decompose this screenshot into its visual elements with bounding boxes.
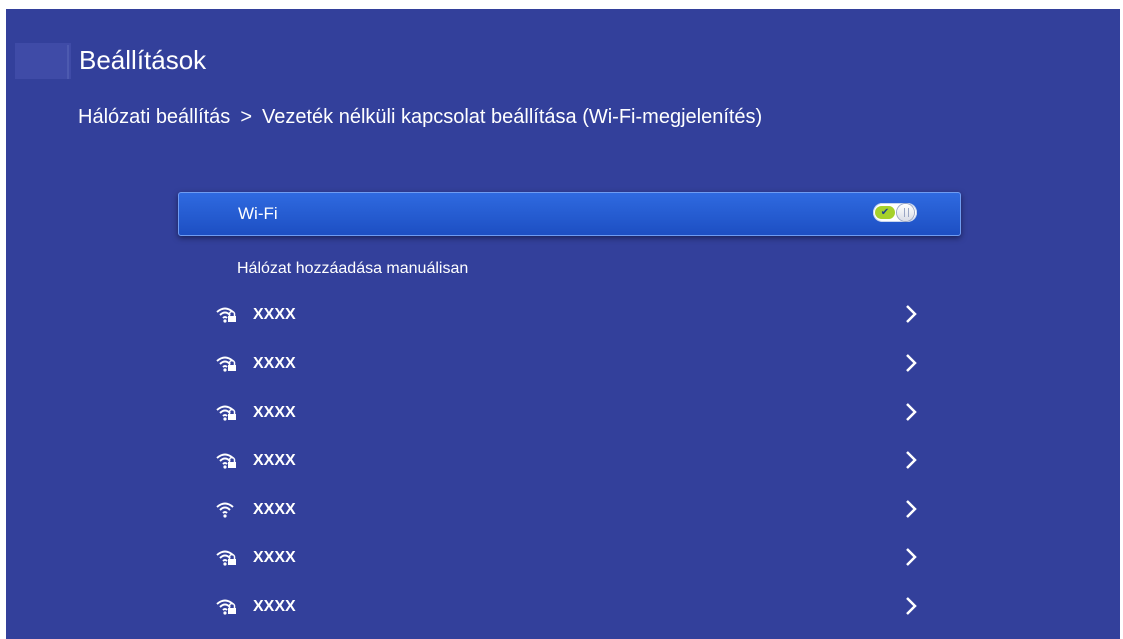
chevron-right-icon <box>906 500 917 518</box>
wifi-lock-icon <box>216 356 236 372</box>
add-network-label: Hálózat hozzáadása manuálisan <box>237 260 469 277</box>
network-ssid: XXXX <box>253 404 296 421</box>
chevron-right-icon <box>906 403 917 421</box>
breadcrumb-current: Vezeték nélküli kapcsolat beállítása (Wi… <box>262 106 763 128</box>
wifi-toggle-switch[interactable]: ✔ <box>873 203 917 222</box>
network-list-item[interactable]: XXXX <box>178 540 959 576</box>
wifi-lock-icon <box>216 307 236 323</box>
wifi-toggle-row[interactable]: Wi-Fi ✔ <box>178 192 961 236</box>
network-ssid: XXXX <box>253 549 296 566</box>
check-icon: ✔ <box>875 206 895 219</box>
network-ssid: XXXX <box>253 306 296 323</box>
chevron-right-icon <box>906 597 917 615</box>
network-list-item[interactable]: XXXX <box>178 346 959 382</box>
breadcrumb: Hálózati beállítás > Vezeték nélküli kapcs… <box>78 105 762 129</box>
page-title: Beállítások <box>79 45 207 75</box>
wifi-lock-icon <box>216 453 236 469</box>
wifi-icon <box>216 502 234 518</box>
header-logo-placeholder <box>15 43 71 79</box>
network-list-item[interactable]: XXXX <box>178 395 959 431</box>
chevron-right-icon <box>906 451 917 469</box>
settings-screen: Beállítások Hálózati beállítás > Vezeték n… <box>6 9 1120 639</box>
network-ssid: XXXX <box>253 598 296 615</box>
wifi-toggle-label: Wi-Fi <box>238 204 278 223</box>
add-network-manually-item[interactable]: Hálózat hozzáadása manuálisan <box>178 254 959 284</box>
title-divider <box>67 45 69 79</box>
toggle-thumb <box>897 204 914 221</box>
wifi-lock-icon <box>216 599 236 615</box>
chevron-right-icon <box>906 354 917 372</box>
wifi-lock-icon <box>216 550 236 566</box>
chevron-right-icon <box>906 548 917 566</box>
breadcrumb-parent: Hálózati beállítás <box>78 106 231 128</box>
network-list-item[interactable]: XXXX <box>178 443 959 479</box>
network-ssid: XXXX <box>253 452 296 469</box>
network-ssid: XXXX <box>253 501 296 518</box>
chevron-right-icon <box>906 305 917 323</box>
network-list-item[interactable]: XXXX <box>178 492 959 528</box>
breadcrumb-separator: > <box>240 106 252 128</box>
network-list-item[interactable]: XXXX <box>178 297 959 333</box>
network-list-item[interactable]: XXXX <box>178 589 959 625</box>
network-ssid: XXXX <box>253 355 296 372</box>
wifi-lock-icon <box>216 405 236 421</box>
